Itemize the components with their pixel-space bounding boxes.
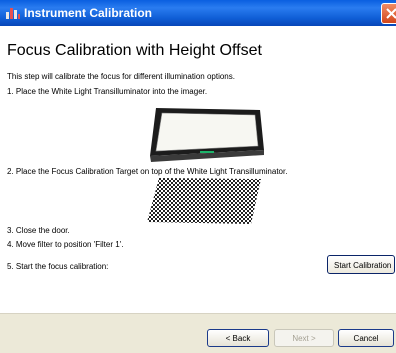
back-button[interactable]: < Back [207, 329, 269, 347]
calibration-window: Instrument Calibration Focus Calibration… [0, 0, 396, 353]
step-2-text: 2. Place the Focus Calibration Target on… [7, 167, 288, 176]
intro-text: This step will calibrate the focus for d… [7, 72, 235, 81]
step-5-text: 5. Start the focus calibration: [7, 262, 109, 271]
close-icon [386, 8, 396, 19]
step-3-text: 3. Close the door. [7, 226, 70, 235]
calibration-target-image [147, 178, 261, 224]
start-calibration-button[interactable]: Start Calibration [327, 255, 395, 274]
close-button[interactable] [381, 3, 396, 24]
window-title: Instrument Calibration [24, 6, 153, 20]
bar-chart-icon [5, 6, 21, 20]
next-button[interactable]: Next > [274, 329, 334, 347]
page-title: Focus Calibration with Height Offset [7, 42, 262, 59]
step-1-text: 1. Place the White Light Transilluminato… [7, 87, 208, 96]
button-bar: < Back Next > Cancel [0, 313, 396, 353]
wizard-content: Focus Calibration with Height Offset Thi… [0, 26, 396, 313]
step-4-text: 4. Move filter to position 'Filter 1'. [7, 240, 124, 249]
title-bar[interactable]: Instrument Calibration [0, 0, 396, 26]
transilluminator-image [150, 108, 264, 162]
cancel-button[interactable]: Cancel [338, 329, 394, 347]
